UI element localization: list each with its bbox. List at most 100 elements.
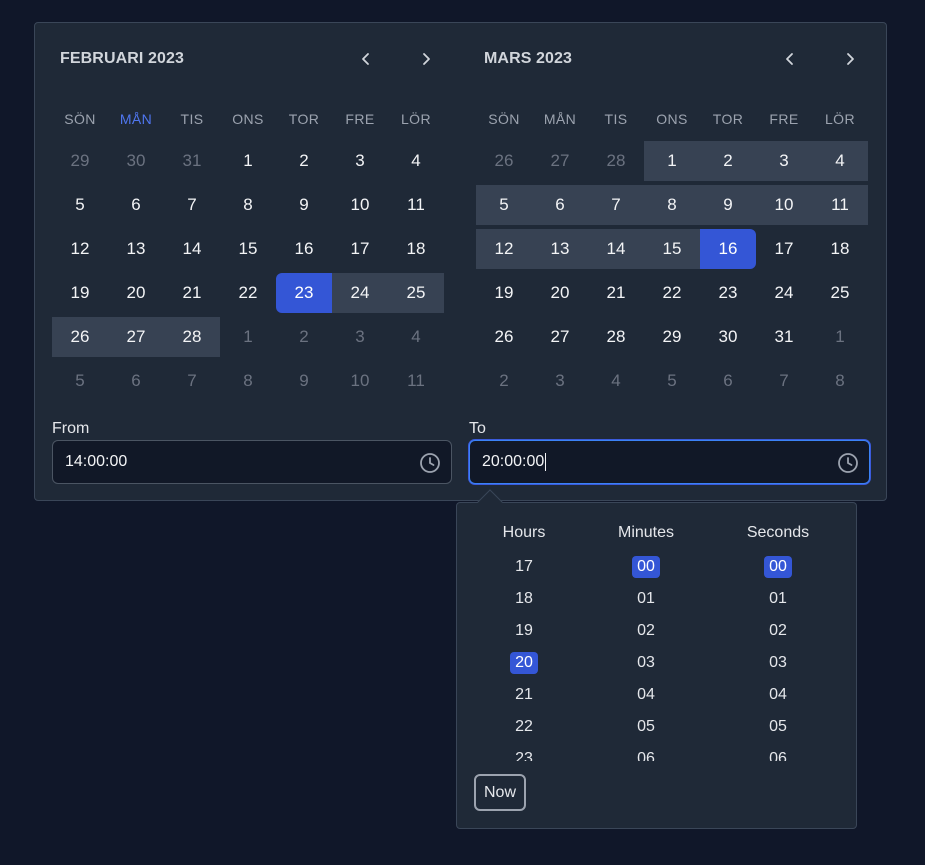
day-cell[interactable]: 3 <box>532 361 588 401</box>
day-cell[interactable]: 3 <box>756 141 812 181</box>
day-cell[interactable]: 7 <box>588 185 644 225</box>
day-cell[interactable]: 22 <box>220 273 276 313</box>
day-cell[interactable]: 16 <box>276 229 332 269</box>
day-cell[interactable]: 2 <box>276 317 332 357</box>
day-cell[interactable]: 4 <box>588 361 644 401</box>
day-cell[interactable]: 4 <box>388 141 444 181</box>
day-cell[interactable]: 10 <box>332 185 388 225</box>
day-cell[interactable]: 17 <box>756 229 812 269</box>
prev-month-button[interactable] <box>350 43 382 75</box>
day-cell[interactable]: 7 <box>164 185 220 225</box>
day-cell[interactable]: 28 <box>588 317 644 357</box>
day-cell[interactable]: 7 <box>756 361 812 401</box>
minutes-option[interactable]: 01 <box>601 583 691 615</box>
day-cell[interactable]: 20 <box>532 273 588 313</box>
day-cell[interactable]: 11 <box>388 361 444 401</box>
day-cell[interactable]: 1 <box>220 141 276 181</box>
day-cell[interactable]: 25 <box>812 273 868 313</box>
day-cell[interactable]: 22 <box>644 273 700 313</box>
day-cell[interactable]: 21 <box>164 273 220 313</box>
minutes-option[interactable]: 05 <box>601 711 691 743</box>
day-cell[interactable]: 29 <box>52 141 108 181</box>
day-cell[interactable]: 19 <box>52 273 108 313</box>
day-cell[interactable]: 25 <box>388 273 444 313</box>
day-cell[interactable]: 16 <box>700 229 756 269</box>
minutes-option[interactable]: 02 <box>601 615 691 647</box>
day-cell[interactable]: 3 <box>332 141 388 181</box>
day-cell[interactable]: 12 <box>52 229 108 269</box>
seconds-option[interactable]: 03 <box>733 647 823 679</box>
day-cell[interactable]: 18 <box>388 229 444 269</box>
from-time-input[interactable]: 14:00:00 <box>52 440 452 484</box>
day-cell[interactable]: 23 <box>700 273 756 313</box>
minutes-option[interactable]: 06 <box>601 743 691 761</box>
hours-option[interactable]: 23 <box>479 743 569 761</box>
day-cell[interactable]: 28 <box>588 141 644 181</box>
seconds-option[interactable]: 01 <box>733 583 823 615</box>
day-cell[interactable]: 1 <box>220 317 276 357</box>
day-cell[interactable]: 24 <box>332 273 388 313</box>
day-cell[interactable]: 8 <box>220 361 276 401</box>
day-cell[interactable]: 6 <box>532 185 588 225</box>
day-cell[interactable]: 1 <box>812 317 868 357</box>
hours-option[interactable]: 19 <box>479 615 569 647</box>
day-cell[interactable]: 1 <box>644 141 700 181</box>
day-cell[interactable]: 27 <box>532 317 588 357</box>
day-cell[interactable]: 9 <box>276 361 332 401</box>
day-cell[interactable]: 6 <box>700 361 756 401</box>
day-cell[interactable]: 17 <box>332 229 388 269</box>
day-cell[interactable]: 2 <box>700 141 756 181</box>
day-cell[interactable]: 2 <box>476 361 532 401</box>
next-month-button[interactable] <box>410 43 442 75</box>
day-cell[interactable]: 11 <box>812 185 868 225</box>
clock-icon[interactable] <box>419 452 441 474</box>
hours-option[interactable]: 21 <box>479 679 569 711</box>
day-cell[interactable]: 9 <box>276 185 332 225</box>
day-cell[interactable]: 3 <box>332 317 388 357</box>
day-cell[interactable]: 23 <box>276 273 332 313</box>
day-cell[interactable]: 27 <box>108 317 164 357</box>
day-cell[interactable]: 20 <box>108 273 164 313</box>
day-cell[interactable]: 19 <box>476 273 532 313</box>
day-cell[interactable]: 30 <box>108 141 164 181</box>
day-cell[interactable]: 24 <box>756 273 812 313</box>
seconds-option[interactable]: 04 <box>733 679 823 711</box>
day-cell[interactable]: 12 <box>476 229 532 269</box>
day-cell[interactable]: 31 <box>164 141 220 181</box>
day-cell[interactable]: 29 <box>644 317 700 357</box>
day-cell[interactable]: 18 <box>812 229 868 269</box>
minutes-option[interactable]: 03 <box>601 647 691 679</box>
day-cell[interactable]: 9 <box>700 185 756 225</box>
day-cell[interactable]: 13 <box>532 229 588 269</box>
day-cell[interactable]: 28 <box>164 317 220 357</box>
day-cell[interactable]: 5 <box>52 185 108 225</box>
day-cell[interactable]: 26 <box>476 317 532 357</box>
day-cell[interactable]: 26 <box>476 141 532 181</box>
seconds-option[interactable]: 02 <box>733 615 823 647</box>
day-cell[interactable]: 31 <box>756 317 812 357</box>
day-cell[interactable]: 8 <box>644 185 700 225</box>
day-cell[interactable]: 8 <box>812 361 868 401</box>
day-cell[interactable]: 26 <box>52 317 108 357</box>
day-cell[interactable]: 15 <box>220 229 276 269</box>
day-cell[interactable]: 4 <box>388 317 444 357</box>
day-cell[interactable]: 8 <box>220 185 276 225</box>
day-cell[interactable]: 13 <box>108 229 164 269</box>
minutes-option[interactable]: 00 <box>601 551 691 583</box>
day-cell[interactable]: 6 <box>108 361 164 401</box>
day-cell[interactable]: 7 <box>164 361 220 401</box>
day-cell[interactable]: 6 <box>108 185 164 225</box>
day-cell[interactable]: 4 <box>812 141 868 181</box>
day-cell[interactable]: 5 <box>476 185 532 225</box>
hours-option[interactable]: 18 <box>479 583 569 615</box>
hours-option[interactable]: 20 <box>479 647 569 679</box>
day-cell[interactable]: 5 <box>644 361 700 401</box>
seconds-option[interactable]: 00 <box>733 551 823 583</box>
day-cell[interactable]: 10 <box>756 185 812 225</box>
to-time-input[interactable]: 20:00:00 <box>469 440 870 484</box>
next-month-button[interactable] <box>834 43 866 75</box>
day-cell[interactable]: 14 <box>588 229 644 269</box>
day-cell[interactable]: 30 <box>700 317 756 357</box>
seconds-option[interactable]: 06 <box>733 743 823 761</box>
day-cell[interactable]: 10 <box>332 361 388 401</box>
